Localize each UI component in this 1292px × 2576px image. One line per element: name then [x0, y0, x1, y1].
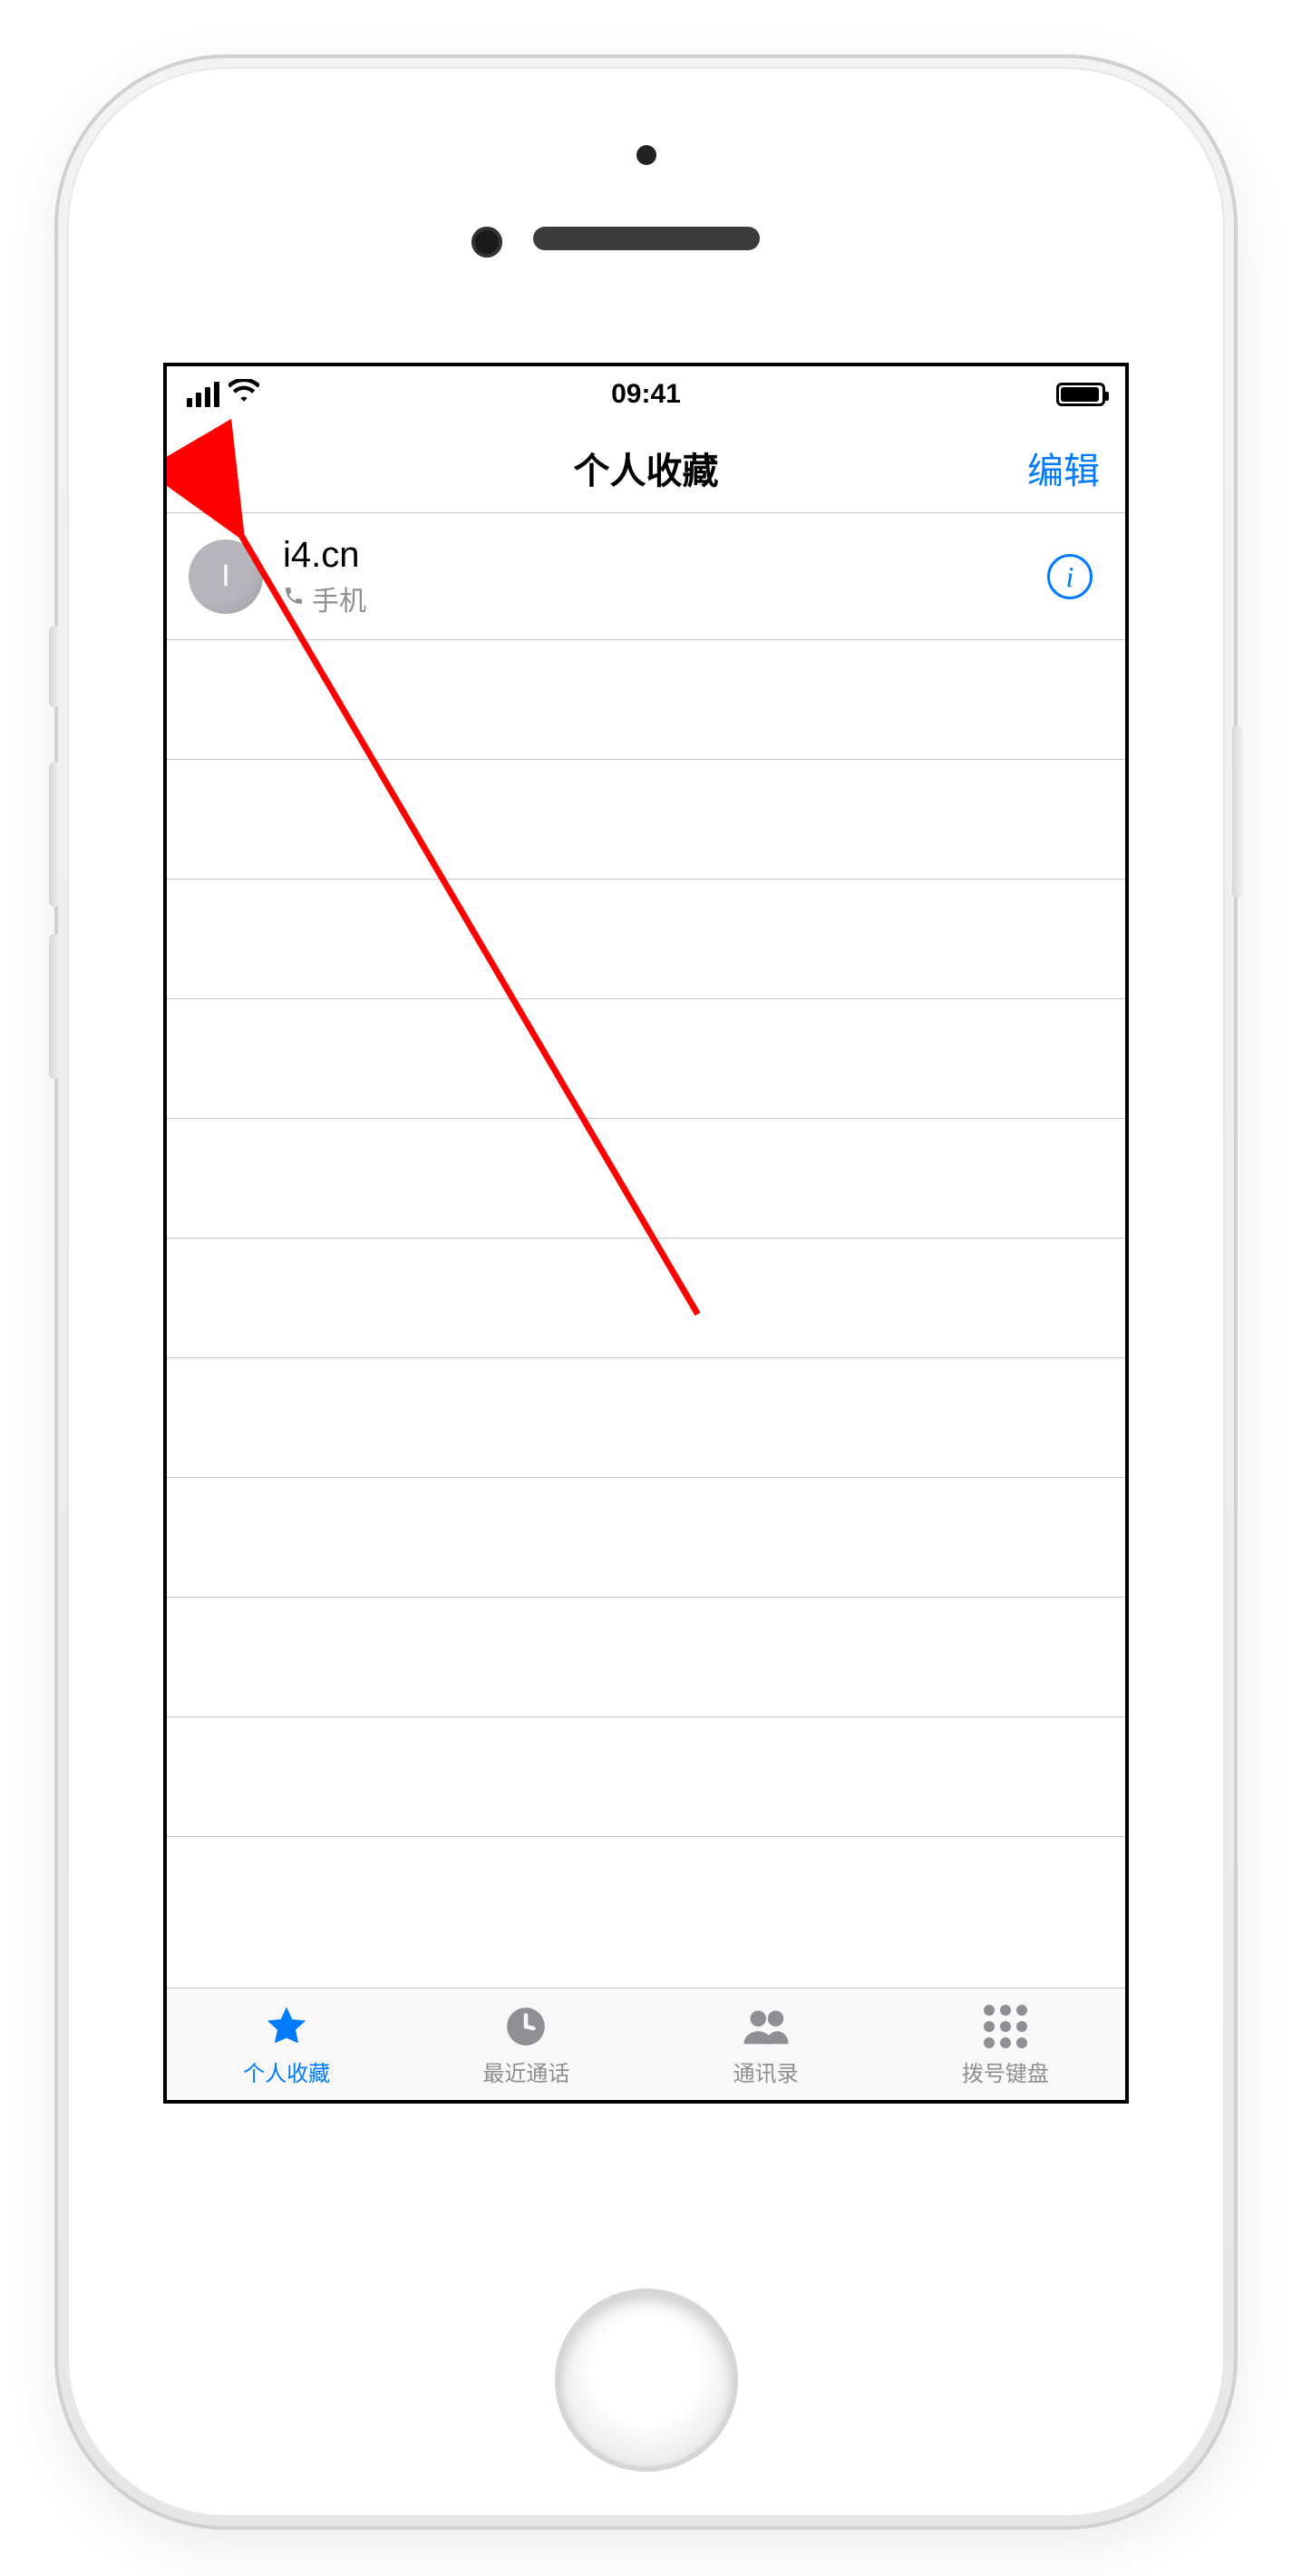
cellular-signal-icon: [187, 382, 219, 407]
add-button[interactable]: [192, 445, 232, 490]
list-separator: [167, 1717, 1125, 1837]
tab-favorites[interactable]: 个人收藏: [167, 1988, 406, 2100]
top-camera-dot: [636, 145, 656, 165]
screen: 09:41 个人收藏 编辑: [163, 363, 1129, 2104]
tab-keypad-label: 拨号键盘: [962, 2056, 1049, 2087]
star-icon: [261, 2001, 312, 2052]
tab-keypad[interactable]: 拨号键盘: [886, 1988, 1125, 2100]
home-button[interactable]: [560, 2294, 733, 2466]
tab-favorites-label: 个人收藏: [243, 2056, 330, 2087]
nav-title: 个人收藏: [574, 442, 719, 494]
list-separator: [167, 880, 1125, 999]
battery-icon: [1056, 383, 1105, 406]
contact-name: i4.cn: [283, 535, 1047, 575]
edit-button[interactable]: 编辑: [1027, 442, 1100, 494]
iphone-device-frame: 09:41 个人收藏 编辑: [54, 54, 1238, 2530]
tab-recents-label: 最近通话: [482, 2056, 569, 2087]
list-separator: [167, 760, 1125, 880]
info-button[interactable]: i: [1047, 554, 1093, 599]
contacts-icon: [741, 2001, 792, 2052]
tab-bar: 个人收藏 最近通话 通讯录: [167, 1988, 1125, 2100]
list-separator: [167, 1119, 1125, 1239]
list-separator: [167, 999, 1125, 1119]
mute-switch: [49, 626, 60, 707]
list-separator: [167, 1358, 1125, 1478]
favorite-row[interactable]: I i4.cn 手机 i: [167, 513, 1125, 640]
volume-down-button: [49, 934, 60, 1079]
proximity-sensor: [471, 227, 502, 258]
tab-contacts[interactable]: 通讯录: [646, 1988, 886, 2100]
list-separator: [167, 1239, 1125, 1358]
earpiece-speaker: [533, 227, 760, 250]
nav-bar: 个人收藏 编辑: [167, 423, 1125, 513]
wifi-icon: [228, 379, 259, 410]
plus-icon: [192, 445, 232, 485]
keypad-icon: [980, 2001, 1031, 2052]
tab-contacts-label: 通讯录: [733, 2056, 799, 2087]
volume-up-button: [49, 762, 60, 907]
status-bar: 09:41: [167, 366, 1125, 423]
favorites-list[interactable]: I i4.cn 手机 i: [167, 513, 1125, 1837]
clock-icon: [500, 2001, 551, 2052]
contact-type-label: 手机: [312, 578, 366, 618]
phone-handset-icon: [283, 583, 305, 614]
info-icon: i: [1066, 562, 1074, 591]
list-separator: [167, 1598, 1125, 1717]
tab-recents[interactable]: 最近通话: [406, 1988, 646, 2100]
list-separator: [167, 640, 1125, 760]
contact-avatar: I: [189, 540, 263, 614]
power-button: [1232, 725, 1243, 898]
list-separator: [167, 1478, 1125, 1598]
